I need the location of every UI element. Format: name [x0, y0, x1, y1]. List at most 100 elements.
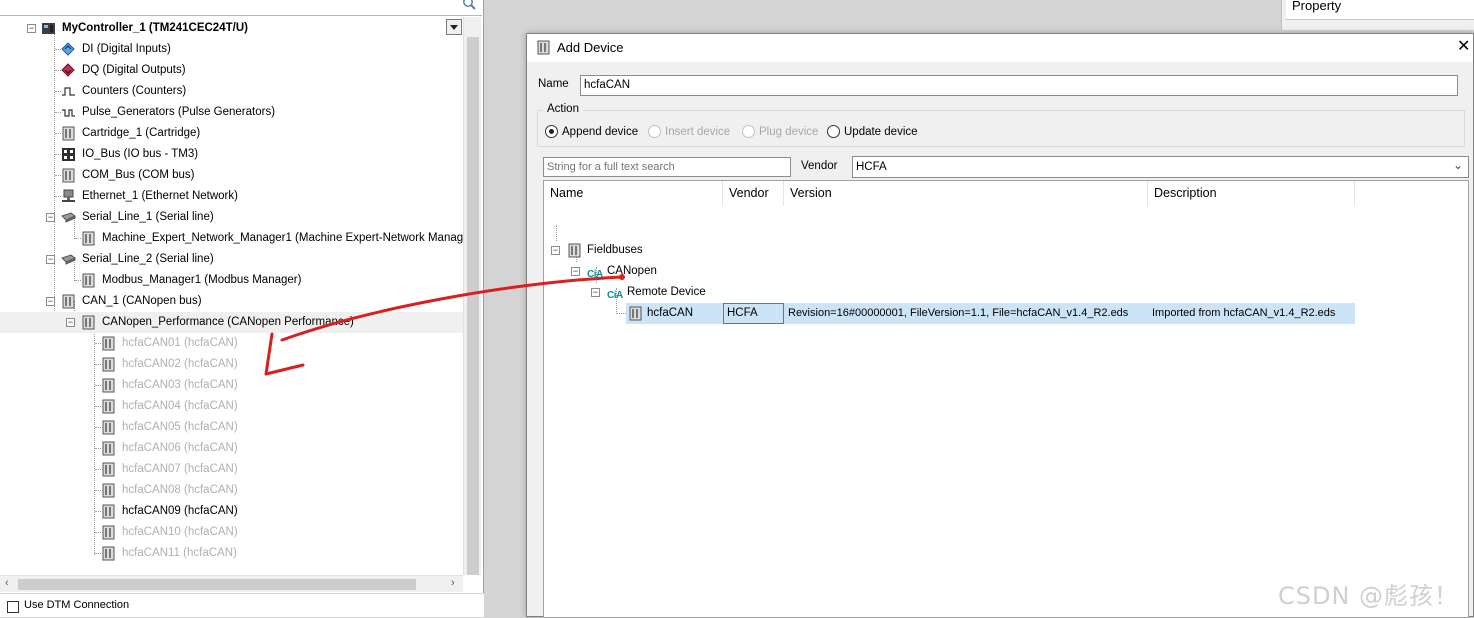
- module-icon: [102, 357, 115, 372]
- tree-item-io-bus[interactable]: IO_Bus (IO bus - TM3): [0, 144, 463, 165]
- watermark: CSDN @彪孩！: [1278, 582, 1460, 610]
- scrollbar-thumb[interactable]: [467, 37, 479, 575]
- vertical-scrollbar[interactable]: [463, 17, 481, 575]
- io-bus-icon: [62, 148, 75, 161]
- search-icon[interactable]: [462, 0, 476, 10]
- digital-inputs-icon: [61, 42, 75, 56]
- module-icon: [62, 168, 75, 183]
- module-icon: [629, 306, 642, 321]
- name-label: Name: [538, 78, 569, 90]
- property-title: Property: [1292, 0, 1342, 13]
- tree-item-dq[interactable]: DQ (Digital Outputs): [0, 60, 463, 81]
- tree-item-hcfacan01[interactable]: hcfaCAN01 (hcfaCAN): [0, 333, 463, 354]
- tree-item-cartridge[interactable]: Cartridge_1 (Cartridge): [0, 123, 463, 144]
- tree-item-controller[interactable]: − MyController_1 (TM241CEC24T/U): [0, 18, 463, 39]
- module-icon: [102, 420, 115, 435]
- tree-item-network-manager[interactable]: Machine_Expert_Network_Manager1 (Machine…: [0, 228, 463, 249]
- tree-item-hcfacan11[interactable]: hcfaCAN11 (hcfaCAN): [0, 543, 463, 564]
- module-icon: [102, 525, 115, 540]
- scroll-left-icon[interactable]: ‹: [5, 577, 9, 589]
- property-header[interactable]: Property: [1286, 0, 1474, 20]
- counter-icon: [62, 87, 75, 96]
- digital-outputs-icon: [61, 63, 75, 77]
- module-icon: [568, 243, 581, 258]
- add-device-dialog: Add Device ✕ Name hcfaCAN Action Append …: [526, 33, 1474, 618]
- dialog-title: Add Device: [557, 40, 624, 55]
- property-panel: Property: [1281, 0, 1474, 30]
- collapse-toggle[interactable]: −: [46, 297, 55, 306]
- module-icon: [102, 462, 115, 477]
- tree-item-pulse-generators[interactable]: Pulse_Generators (Pulse Generators): [0, 102, 463, 123]
- radio-icon: [742, 125, 755, 138]
- module-icon: [102, 441, 115, 456]
- tree-item-hcfacan03[interactable]: hcfaCAN03 (hcfaCAN): [0, 375, 463, 396]
- module-icon: [102, 546, 115, 561]
- pulse-icon: [62, 109, 75, 117]
- tree-search-bar[interactable]: [0, 0, 482, 16]
- vendor-select[interactable]: HCFA ⌄: [852, 156, 1469, 178]
- radio-icon: [648, 125, 661, 138]
- tree-item-serial-line-2[interactable]: − Serial_Line_2 (Serial line): [0, 249, 463, 270]
- tree-item-serial-line-1[interactable]: − Serial_Line_1 (Serial line): [0, 207, 463, 228]
- module-icon: [102, 378, 115, 393]
- module-icon: [537, 40, 550, 55]
- module-icon: [82, 315, 95, 330]
- radio-icon: [545, 125, 558, 138]
- tree-item-hcfacan08[interactable]: hcfaCAN08 (hcfaCAN): [0, 480, 463, 501]
- serial-icon: [61, 254, 76, 265]
- cia-logo-icon: CiA: [607, 290, 623, 301]
- close-icon[interactable]: ✕: [1457, 37, 1473, 57]
- tree-item-hcfacan09[interactable]: hcfaCAN09 (hcfaCAN): [0, 501, 463, 522]
- module-icon: [102, 399, 115, 414]
- collapse-toggle[interactable]: −: [66, 318, 75, 327]
- tree-item-hcfacan05[interactable]: hcfaCAN05 (hcfaCAN): [0, 417, 463, 438]
- vendor-selected-value: HCFA: [856, 161, 887, 173]
- serial-icon: [61, 212, 76, 223]
- tree-footer: Use DTM Connection: [0, 593, 484, 617]
- tree-item-modbus-manager[interactable]: Modbus_Manager1 (Modbus Manager): [0, 270, 463, 291]
- column-header-vendor[interactable]: Vendor: [723, 181, 784, 206]
- collapse-toggle[interactable]: −: [591, 288, 600, 297]
- chevron-down-icon[interactable]: ⌄: [1453, 158, 1463, 172]
- module-icon: [82, 273, 95, 288]
- device-tree: − MyController_1 (TM241CEC24T/U) DI (Dig…: [0, 17, 463, 575]
- tree-item-hcfacan07[interactable]: hcfaCAN07 (hcfaCAN): [0, 459, 463, 480]
- collapse-toggle[interactable]: −: [571, 267, 580, 276]
- device-vendor-cell[interactable]: HCFA: [723, 303, 784, 324]
- horizontal-scrollbar[interactable]: ‹ ›: [0, 575, 463, 592]
- tree-item-counters[interactable]: Counters (Counters): [0, 81, 463, 102]
- dialog-title-bar[interactable]: Add Device ✕: [527, 34, 1473, 62]
- tree-item-com-bus[interactable]: COM_Bus (COM bus): [0, 165, 463, 186]
- chevron-down-icon[interactable]: [446, 19, 462, 35]
- collapse-toggle[interactable]: −: [27, 24, 36, 33]
- module-icon: [102, 336, 115, 351]
- scroll-right-icon[interactable]: ›: [451, 577, 455, 589]
- column-header-version[interactable]: Version: [784, 181, 1148, 206]
- tree-item-hcfacan02[interactable]: hcfaCAN02 (hcfaCAN): [0, 354, 463, 375]
- device-tree-panel: − MyController_1 (TM241CEC24T/U) DI (Dig…: [0, 0, 484, 617]
- module-icon: [62, 294, 75, 309]
- tree-item-ethernet[interactable]: Ethernet_1 (Ethernet Network): [0, 186, 463, 207]
- use-dtm-label: Use DTM Connection: [24, 599, 130, 611]
- tree-item-hcfacan10[interactable]: hcfaCAN10 (hcfaCAN): [0, 522, 463, 543]
- tree-item-hcfacan06[interactable]: hcfaCAN06 (hcfaCAN): [0, 438, 463, 459]
- name-field[interactable]: hcfaCAN: [580, 75, 1458, 96]
- controller-icon: [42, 23, 55, 34]
- tree-item-hcfacan04[interactable]: hcfaCAN04 (hcfaCAN): [0, 396, 463, 417]
- use-dtm-checkbox[interactable]: [7, 601, 19, 613]
- action-label: Action: [543, 103, 583, 115]
- column-header-name[interactable]: Name: [544, 181, 723, 206]
- tree-item-can-1[interactable]: − CAN_1 (CANopen bus): [0, 291, 463, 312]
- module-icon: [62, 126, 75, 141]
- full-text-search-input[interactable]: [543, 157, 791, 177]
- column-header-description[interactable]: Description: [1148, 181, 1355, 206]
- module-icon: [82, 231, 95, 246]
- scrollbar-thumb[interactable]: [18, 579, 416, 590]
- cia-logo-icon: CiA: [587, 269, 603, 280]
- collapse-toggle[interactable]: −: [551, 246, 560, 255]
- collapse-toggle[interactable]: −: [46, 213, 55, 222]
- collapse-toggle[interactable]: −: [46, 255, 55, 264]
- tree-item-di[interactable]: DI (Digital Inputs): [0, 39, 463, 60]
- radio-icon: [827, 125, 840, 138]
- tree-item-canopen-performance[interactable]: − CANopen_Performance (CANopen Performan…: [0, 312, 463, 333]
